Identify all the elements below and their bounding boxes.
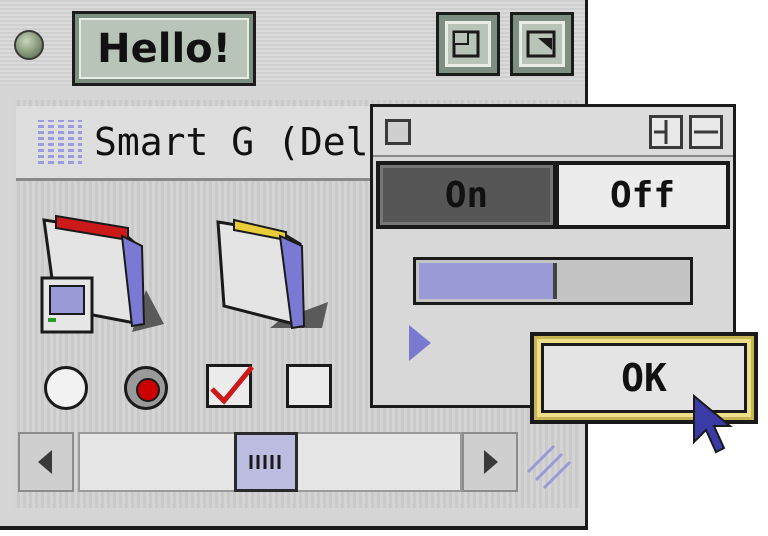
progress-bar — [413, 257, 693, 305]
header-text: Smart G (Delt — [94, 120, 392, 164]
title-field: Hello! — [72, 11, 256, 86]
collapse-icon[interactable] — [689, 115, 723, 149]
zoom-button[interactable] — [436, 12, 500, 76]
checkmark-icon — [210, 365, 254, 405]
checkbox-checked[interactable] — [206, 364, 254, 408]
scroll-right-button[interactable] — [462, 432, 518, 492]
cursor-icon — [693, 393, 733, 454]
triangle-icon[interactable] — [409, 325, 431, 361]
grid-icon — [38, 120, 82, 164]
checkbox-unchecked[interactable] — [286, 364, 332, 408]
folder-icon[interactable] — [36, 206, 166, 336]
title-bar[interactable]: Hello! — [0, 0, 585, 86]
window-title: Hello! — [79, 18, 249, 79]
scroll-left-button[interactable] — [18, 432, 74, 492]
dot-icon[interactable] — [14, 30, 44, 60]
zoom-icon[interactable] — [649, 115, 683, 149]
close-icon[interactable] — [385, 119, 411, 145]
collapse-button[interactable] — [510, 12, 574, 76]
scroll-thumb[interactable] — [234, 432, 298, 492]
mac-icon — [40, 276, 94, 334]
right-arrow-icon — [484, 450, 498, 474]
left-arrow-icon — [38, 450, 52, 474]
folder-icon[interactable] — [210, 210, 340, 334]
zoom-icon — [452, 30, 480, 58]
resize-grip-icon[interactable] — [518, 436, 574, 490]
popover-title-bar[interactable] — [373, 107, 733, 157]
segment-on[interactable]: On — [380, 165, 553, 225]
progress-fill — [419, 263, 557, 299]
radio-selected[interactable] — [124, 366, 168, 410]
collapse-icon — [526, 30, 556, 58]
segment-off[interactable]: Off — [559, 165, 726, 225]
radio-unselected[interactable] — [44, 366, 88, 410]
grip-icon — [249, 455, 281, 469]
horizontal-scrollbar[interactable] — [18, 432, 578, 492]
on-off-segmented-control: On Off — [376, 161, 730, 229]
